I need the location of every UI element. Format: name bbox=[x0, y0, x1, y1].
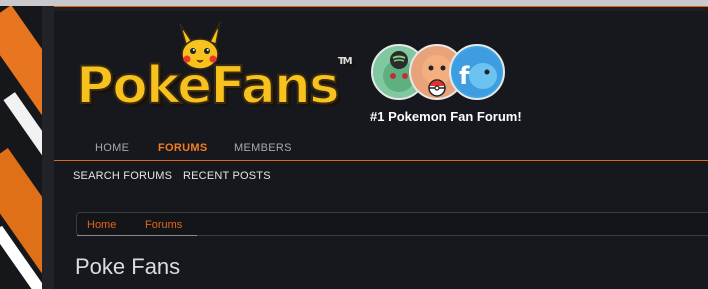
subnav-search-forums[interactable]: SEARCH FORUMS bbox=[73, 170, 172, 182]
nav-forums[interactable]: FORUMS bbox=[158, 142, 207, 154]
sub-nav: SEARCH FORUMS RECENT POSTS bbox=[54, 170, 708, 190]
logo-wordmark: PokeFansTM bbox=[75, 55, 353, 117]
social-icons: f bbox=[371, 44, 511, 104]
subnav-recent-posts[interactable]: RECENT POSTS bbox=[183, 170, 271, 182]
site-tagline: #1 Pokemon Fan Forum! bbox=[370, 109, 522, 124]
breadcrumb-forums[interactable]: Forums bbox=[145, 219, 182, 231]
nav-members[interactable]: MEMBERS bbox=[234, 142, 292, 154]
breadcrumb-underline bbox=[77, 235, 197, 236]
page-container: PokeFansTM f #1 Pokemon Fan Forum! HOME … bbox=[42, 6, 708, 289]
site-logo[interactable]: PokeFansTM bbox=[75, 12, 353, 122]
main-nav: HOME FORUMS MEMBERS bbox=[54, 136, 708, 161]
breadcrumb: Home Forums bbox=[76, 212, 708, 236]
header-top-edge bbox=[54, 6, 708, 11]
breadcrumb-home[interactable]: Home bbox=[87, 219, 116, 231]
page-title: Poke Fans bbox=[75, 254, 181, 279]
svg-text:f: f bbox=[459, 62, 470, 90]
background-decoration bbox=[0, 6, 42, 289]
nav-home[interactable]: HOME bbox=[95, 142, 129, 154]
facebook-icon[interactable]: f bbox=[449, 44, 505, 100]
